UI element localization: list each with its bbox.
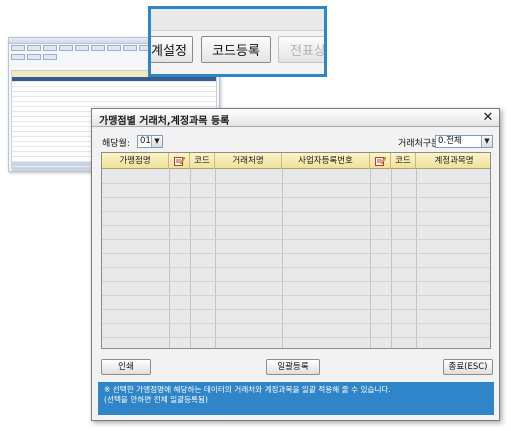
vendor-type-select[interactable]: 0.전체 ▼ bbox=[435, 135, 493, 148]
table-row bbox=[102, 309, 490, 310]
voucher-button: 전표상 bbox=[278, 36, 324, 63]
zoom-toolbar-strip bbox=[151, 9, 324, 31]
month-select[interactable]: 01 ▼ bbox=[137, 135, 163, 148]
vendor-type-value: 0.전체 bbox=[438, 136, 462, 146]
grid-col-line bbox=[391, 169, 392, 348]
exit-button[interactable]: 종료(ESC) bbox=[443, 359, 493, 375]
close-icon[interactable]: ✕ bbox=[481, 110, 495, 125]
merchant-vendor-account-dialog: 가맹점별 거래처,계정과목 등록 ✕ 해당월: 01 ▼ 거래처구분 0.전체 … bbox=[91, 108, 500, 421]
table-row bbox=[102, 211, 490, 212]
grid-col-line bbox=[190, 169, 191, 348]
table-row bbox=[102, 337, 490, 338]
chevron-down-icon: ▼ bbox=[151, 136, 162, 147]
col-business-number[interactable]: 사업자등록번호 bbox=[282, 153, 370, 169]
col-vendor-name[interactable]: 거래처명 bbox=[215, 153, 282, 169]
account-setting-button[interactable]: 계설정 bbox=[151, 36, 193, 63]
grid-col-line bbox=[215, 169, 216, 348]
print-button[interactable]: 인쇄 bbox=[101, 359, 151, 375]
table-row bbox=[102, 267, 490, 268]
col-edit-icon-2[interactable] bbox=[370, 153, 391, 169]
col-edit-icon-1[interactable] bbox=[169, 153, 190, 169]
col-merchant-name[interactable]: 가맹점명 bbox=[102, 153, 169, 169]
dialog-title-bar: 가맹점별 거래처,계정과목 등록 ✕ bbox=[92, 109, 499, 127]
month-value: 01 bbox=[140, 136, 151, 146]
dialog-title: 가맹점별 거래처,계정과목 등록 bbox=[99, 116, 230, 127]
grid-header: 가맹점명 코드 거래처명 사업자등록번호 코드 계정과목명 bbox=[102, 153, 490, 169]
code-register-button[interactable]: 코드등록 bbox=[201, 36, 271, 63]
info-line: ※ 선택한 가맹점명에 해당하는 데이터의 거래처와 계정과목을 일괄 적용해 … bbox=[104, 385, 391, 394]
bulk-register-button[interactable]: 일괄등록 bbox=[266, 359, 320, 375]
data-grid[interactable]: 가맹점명 코드 거래처명 사업자등록번호 코드 계정과목명 bbox=[101, 152, 491, 349]
table-row bbox=[102, 239, 490, 240]
info-banner: ※ 선택한 가맹점명에 해당하는 데이터의 거래처와 계정과목을 일괄 적용해 … bbox=[98, 382, 494, 415]
table-row bbox=[102, 225, 490, 226]
grid-col-line bbox=[416, 169, 417, 348]
grid-col-line bbox=[169, 169, 170, 348]
table-row bbox=[102, 323, 490, 324]
info-line: (선택을 안하면 전체 일괄등록됨) bbox=[104, 395, 208, 404]
grid-col-line bbox=[370, 169, 371, 348]
col-vendor-code[interactable]: 코드 bbox=[190, 153, 215, 169]
pencil-note-icon bbox=[375, 156, 386, 166]
table-row bbox=[102, 183, 490, 184]
table-row bbox=[102, 253, 490, 254]
chevron-down-icon: ▼ bbox=[481, 136, 492, 147]
table-row bbox=[102, 197, 490, 198]
month-label: 해당월: bbox=[102, 139, 130, 149]
grid-col-line bbox=[282, 169, 283, 348]
col-account-code[interactable]: 코드 bbox=[391, 153, 416, 169]
col-account-name[interactable]: 계정과목명 bbox=[416, 153, 490, 169]
table-row bbox=[102, 281, 490, 282]
zoom-callout: 계설정 코드등록 전표상 bbox=[148, 6, 327, 77]
vendor-type-label: 거래처구분 bbox=[398, 139, 440, 149]
table-row bbox=[102, 295, 490, 296]
pencil-note-icon bbox=[174, 156, 185, 166]
